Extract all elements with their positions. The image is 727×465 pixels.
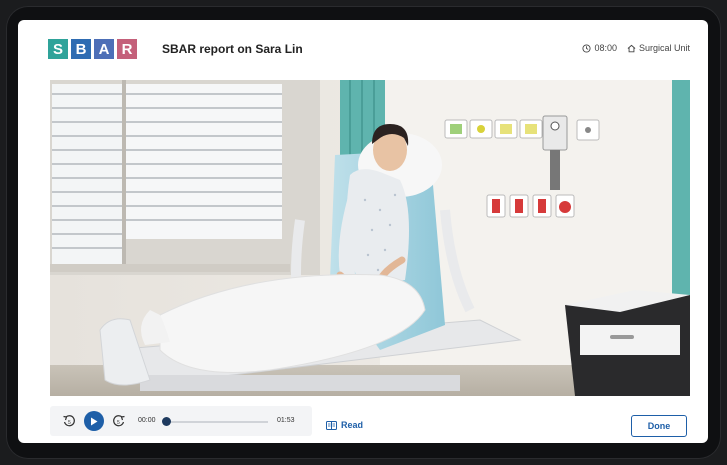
read-button[interactable]: Read: [326, 420, 363, 430]
read-label: Read: [341, 420, 364, 430]
logo-tile-b: B: [71, 39, 91, 59]
logo-tile-s: S: [48, 39, 68, 59]
forward-5-icon: 5: [113, 415, 125, 427]
logo-tile-r: R: [117, 39, 137, 59]
header-meta: 08:00 Surgical Unit: [582, 43, 690, 53]
page-title: SBAR report on Sara Lin: [162, 42, 303, 56]
shift-time: 08:00: [594, 43, 617, 53]
app-screen: S B A R SBAR report on Sara Lin 08:00 Su…: [18, 20, 708, 443]
patient-scene-image: [50, 80, 690, 396]
hospital-room-illustration: [50, 80, 690, 396]
play-button[interactable]: [84, 411, 104, 431]
svg-text:5: 5: [68, 420, 71, 426]
home-icon: [627, 44, 636, 52]
unit-name: Surgical Unit: [638, 43, 690, 53]
progress-handle[interactable]: [161, 417, 171, 426]
svg-text:5: 5: [117, 420, 120, 426]
progress-track[interactable]: [166, 421, 268, 423]
sbar-logo: S B A R: [48, 39, 137, 59]
total-time: 01:53: [277, 417, 295, 424]
done-button[interactable]: Done: [631, 415, 687, 437]
header: S B A R SBAR report on Sara Lin 08:00 Su…: [18, 20, 708, 80]
clock-icon: [582, 43, 591, 53]
rewind-5-icon: 5: [63, 415, 75, 427]
audio-player: 5 5 00:00 01:53: [50, 406, 312, 436]
book-icon: [326, 420, 337, 430]
current-time: 00:00: [138, 417, 156, 424]
forward-button[interactable]: 5: [110, 412, 128, 430]
logo-tile-a: A: [94, 39, 114, 59]
rewind-button[interactable]: 5: [60, 412, 78, 430]
play-icon: [91, 417, 98, 425]
